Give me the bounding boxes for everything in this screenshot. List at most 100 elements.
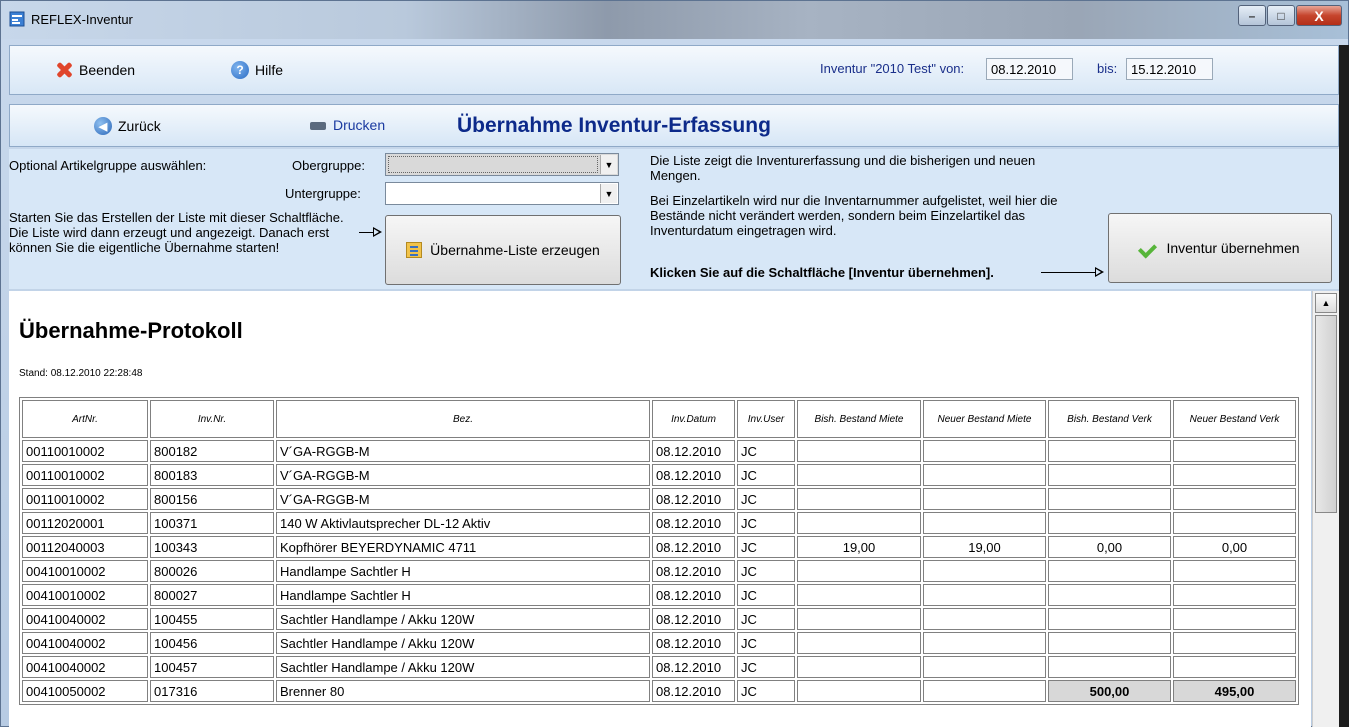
page-title: Übernahme Inventur-Erfassung [457,114,771,137]
cell-user: JC [737,608,795,630]
scroll-up-icon[interactable]: ▲ [1315,293,1337,313]
create-list-button[interactable]: Übernahme-Liste erzeugen [385,215,621,285]
close-icon: X [1314,7,1324,24]
apply-inventory-button[interactable]: Inventur übernehmen [1108,213,1332,283]
check-icon [1140,241,1158,255]
vertical-scrollbar[interactable]: ▲ [1312,291,1339,727]
cell-datum: 08.12.2010 [652,656,735,678]
chevron-down-icon[interactable]: ▼ [600,184,617,203]
col-artnr: ArtNr. [22,400,148,438]
cell-user: JC [737,680,795,702]
window-edge [1339,45,1349,727]
cell-user: JC [737,560,795,582]
cell-artnr: 00112020001 [22,512,148,534]
table-row[interactable]: 00110010002 800182 V´GA-RGGB-M 08.12.2010 JC [22,440,1296,462]
col-bish-verk: Bish. Bestand Verk [1048,400,1171,438]
cell-bm [797,584,921,606]
close-x-icon [55,61,73,79]
group-prompt: Optional Artikelgruppe auswählen: [9,158,207,173]
cell-bm [797,680,921,702]
help-icon: ? [231,61,249,79]
list-info-1: Die Liste zeigt die Inventurerfassung un… [650,153,1036,183]
scroll-thumb[interactable] [1315,315,1337,513]
cell-bm [797,656,921,678]
app-window: REFLEX-Inventur – □ X Beenden ? Hilfe In… [0,0,1349,727]
click-hint: Klicken Sie auf die Schaltfläche [Invent… [650,265,994,280]
cell-user: JC [737,464,795,486]
table-header-row: ArtNr. Inv.Nr. Bez. Inv.Datum Inv.User B… [22,400,1296,438]
minimize-button[interactable]: – [1238,5,1266,26]
cell-nv [1173,656,1296,678]
cell-bv [1048,560,1171,582]
cell-artnr: 00110010002 [22,464,148,486]
cell-nm [923,632,1046,654]
table-row[interactable]: 00112040003 100343 Kopfhörer BEYERDYNAMIC … [22,536,1296,558]
main-toolbar: Beenden ? Hilfe Inventur "2010 Test" von… [9,45,1339,95]
cell-bez: Sachtler Handlampe / Akku 120W [276,656,650,678]
table-row[interactable]: 00110010002 800156 V´GA-RGGB-M 08.12.2010 JC [22,488,1296,510]
cell-bv [1048,584,1171,606]
cell-invnr: 100457 [150,656,274,678]
cell-user: JC [737,632,795,654]
close-button[interactable]: X [1296,5,1342,26]
arrow-right-icon [373,227,382,237]
table-row[interactable]: 00410050002 017316 Brenner 80 08.12.2010 JC 5… [22,680,1296,702]
print-button[interactable]: Drucken [309,117,385,134]
cell-bm [797,512,921,534]
list-icon [406,242,423,258]
cell-datum: 08.12.2010 [652,536,735,558]
cell-artnr: 00410050002 [22,680,148,702]
secondary-toolbar: ◀ Zurück Drucken Übernahme Inventur-Erfa… [9,104,1339,147]
cell-datum: 08.12.2010 [652,608,735,630]
bis-label: bis: [1097,61,1118,76]
cell-datum: 08.12.2010 [652,632,735,654]
table-row[interactable]: 00110010002 800183 V´GA-RGGB-M 08.12.2010 JC [22,464,1296,486]
table-row[interactable]: 00410010002 800026 Handlampe Sachtler H 08.… [22,560,1296,582]
minimize-icon: – [1248,8,1256,23]
cell-nm [923,608,1046,630]
cell-bv [1048,632,1171,654]
protocol-table: ArtNr. Inv.Nr. Bez. Inv.Datum Inv.User B… [19,397,1299,705]
untergruppe-select[interactable]: ▼ [385,182,619,205]
back-button[interactable]: ◀ Zurück [94,117,161,135]
col-bez: Bez. [276,400,650,438]
col-invnr: Inv.Nr. [150,400,274,438]
cell-bm [797,608,921,630]
maximize-button[interactable]: □ [1267,5,1295,26]
back-arrow-icon: ◀ [94,117,112,135]
cell-bv [1048,488,1171,510]
table-row[interactable]: 00410040002 100457 Sachtler Handlampe / Ak… [22,656,1296,678]
cell-invnr: 800156 [150,488,274,510]
cell-artnr: 00410040002 [22,632,148,654]
cell-invnr: 017316 [150,680,274,702]
help-button[interactable]: ? Hilfe [231,61,283,79]
title-bar[interactable]: REFLEX-Inventur – □ X [1,1,1348,39]
cell-bez: Sachtler Handlampe / Akku 120W [276,608,650,630]
table-row[interactable]: 00410040002 100455 Sachtler Handlampe / Ak… [22,608,1296,630]
cell-datum: 08.12.2010 [652,440,735,462]
cell-nv [1173,632,1296,654]
date-from-field[interactable]: 08.12.2010 [986,58,1073,80]
obergruppe-select[interactable]: ▼ [385,153,619,176]
date-to-field[interactable]: 15.12.2010 [1126,58,1213,80]
cell-artnr: 00110010002 [22,440,148,462]
cell-datum: 08.12.2010 [652,512,735,534]
protocol-timestamp: Stand: 08.12.2010 22:28:48 [19,368,143,379]
chevron-down-icon[interactable]: ▼ [600,155,617,174]
cell-datum: 08.12.2010 [652,464,735,486]
cell-bez: Sachtler Handlampe / Akku 120W [276,632,650,654]
table-row[interactable]: 00410010002 800027 Handlampe Sachtler H 08.… [22,584,1296,606]
arrow-line [359,232,374,233]
cell-user: JC [737,440,795,462]
cell-bv [1048,512,1171,534]
list-info-2: Bei Einzelartikeln wird nur die Inventar… [650,193,1058,238]
exit-button[interactable]: Beenden [55,61,135,79]
cell-nm [923,464,1046,486]
obergruppe-value [388,156,598,173]
cell-nv [1173,488,1296,510]
cell-bv [1048,656,1171,678]
table-row[interactable]: 00112020001 100371 140 W Aktivlautsprecher… [22,512,1296,534]
cell-invnr: 100343 [150,536,274,558]
table-row[interactable]: 00410040002 100456 Sachtler Handlampe / Ak… [22,632,1296,654]
cell-nv [1173,608,1296,630]
